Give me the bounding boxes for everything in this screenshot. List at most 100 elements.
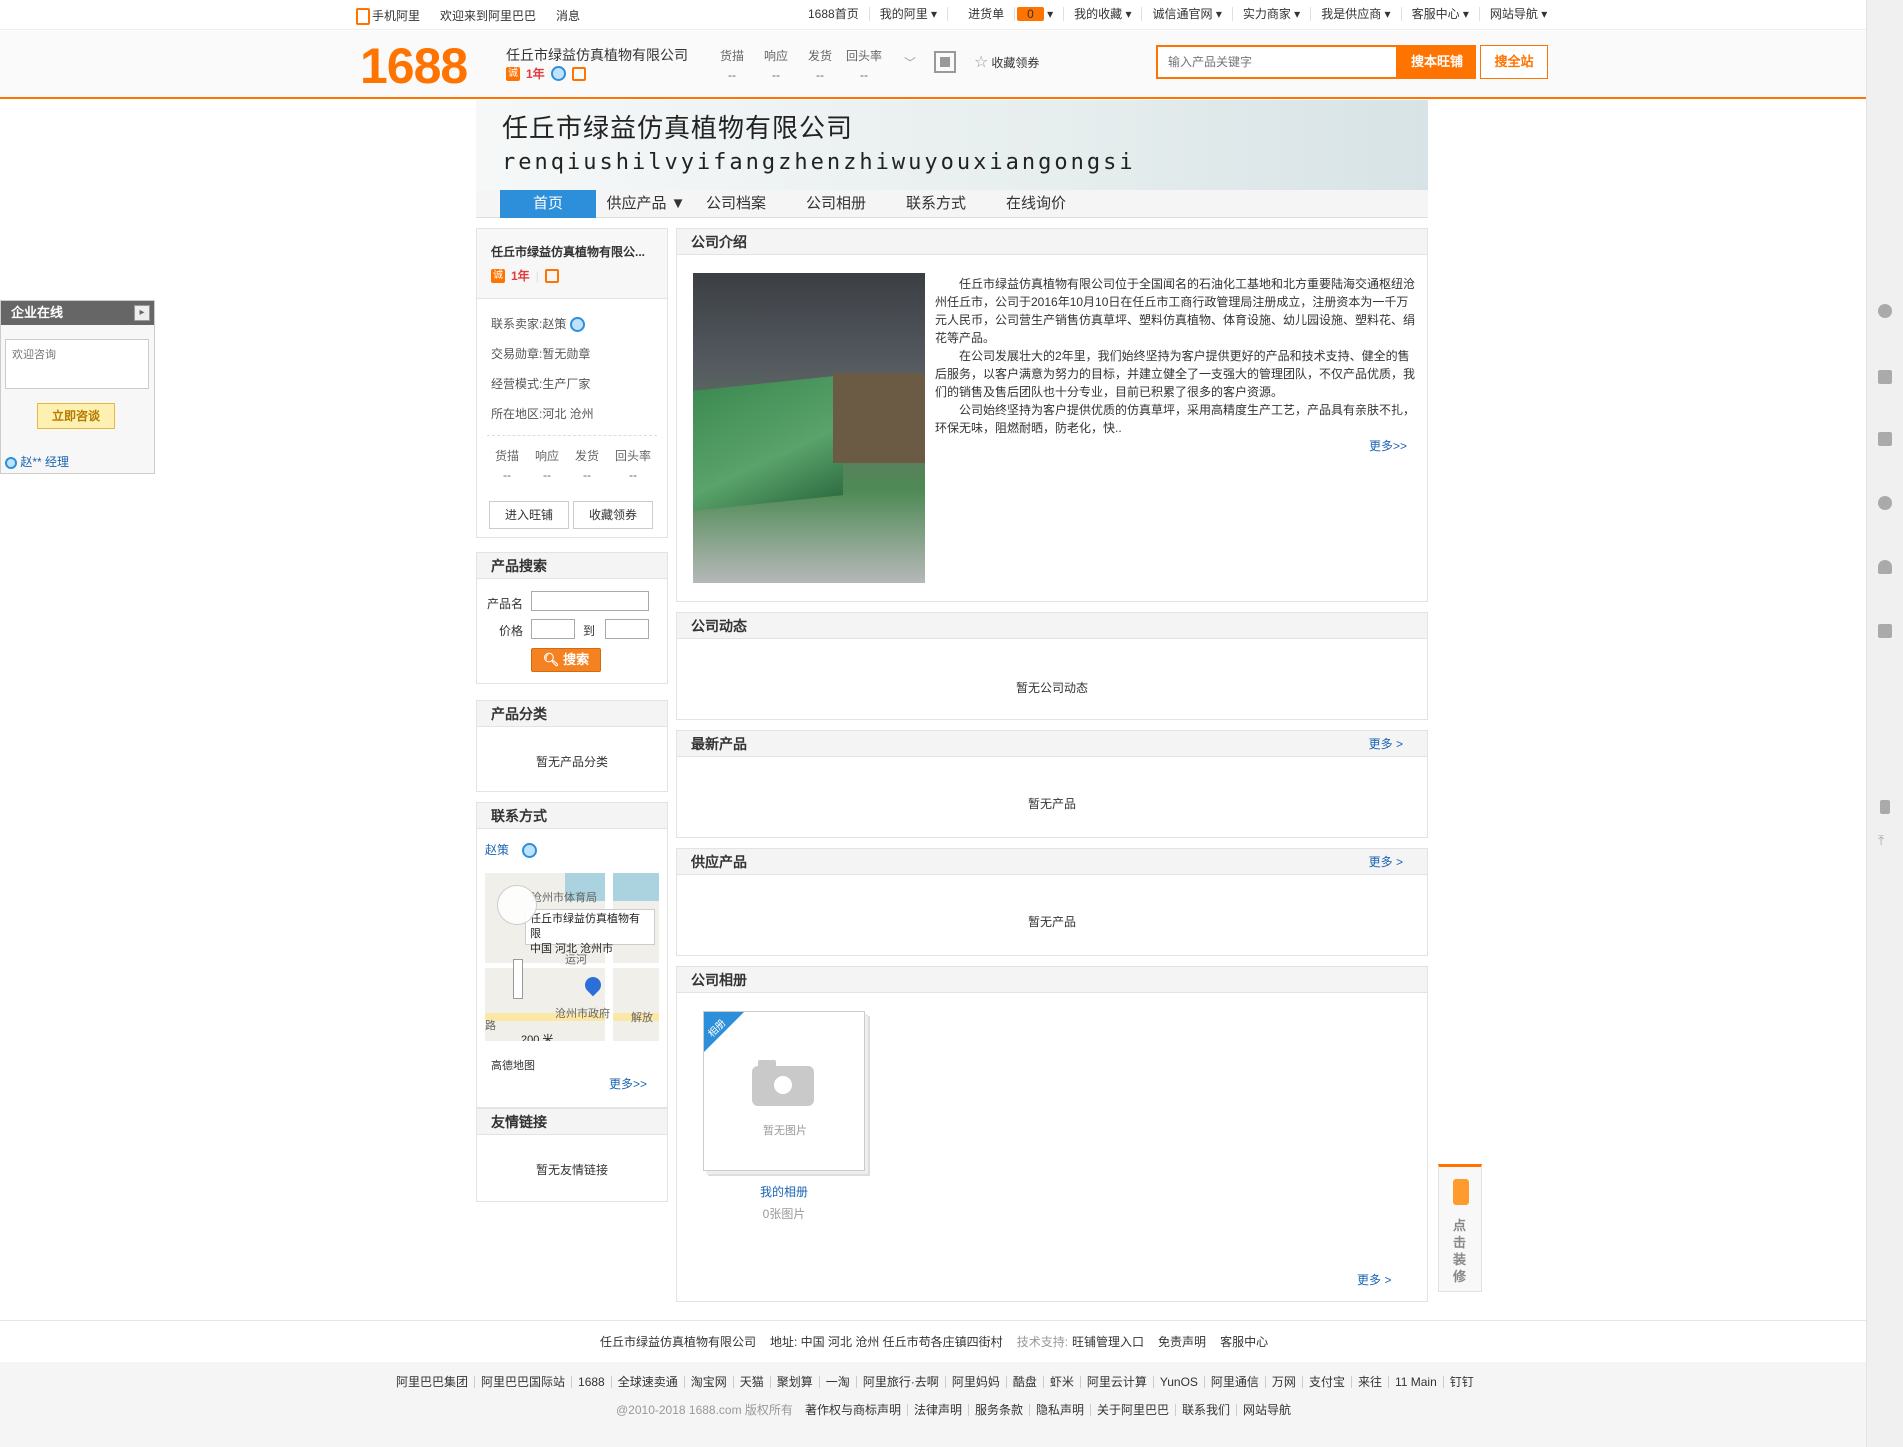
wangwang-icon[interactable] [569, 317, 585, 333]
footer-link[interactable]: 酷盘 [1007, 1376, 1044, 1388]
supplier-menu[interactable]: 我是供应商 ▾ [1311, 7, 1402, 21]
nav-contact[interactable]: 联系方式 [896, 190, 976, 218]
nav-products[interactable]: 供应产品 ▼ [606, 190, 686, 218]
my-ali-menu[interactable]: 我的阿里 ▾ [870, 7, 949, 21]
mail-icon[interactable] [1878, 370, 1892, 384]
wangwang-icon[interactable] [550, 66, 566, 81]
product-name-label: 产品名 [487, 597, 524, 611]
footer-bottom-link[interactable]: 著作权与商标声明 [799, 1404, 908, 1416]
contact-name-link[interactable]: 赵策 [485, 841, 538, 859]
chevron-down-icon[interactable]: ﹀ [904, 54, 916, 71]
location-map[interactable]: 沧州市体育局 任丘市绿益仿真植物有限 中国 河北 沧州市 运河 沧州市政府 解放 … [485, 873, 659, 1041]
footer-link[interactable]: 阿里旅行·去啊 [857, 1376, 946, 1388]
footer-link[interactable]: 11 Main [1389, 1376, 1444, 1388]
album-card[interactable]: 相册 暂无图片 [703, 1011, 865, 1171]
footer-link[interactable]: YunOS [1154, 1376, 1205, 1388]
product-name-input[interactable] [531, 591, 649, 611]
bell-icon[interactable] [1878, 560, 1892, 574]
map-zoom-slider[interactable] [513, 959, 523, 999]
header-shop-name[interactable]: 任丘市绿益仿真植物有限公司 [506, 45, 688, 65]
metric-delivery: 发货 -- [574, 449, 599, 482]
footer-bottom-link[interactable]: 隐私声明 [1030, 1404, 1091, 1416]
footer-link[interactable]: 阿里妈妈 [946, 1376, 1007, 1388]
bookmark-icon[interactable] [1878, 432, 1892, 446]
footer-link[interactable]: 阿里云计算 [1081, 1376, 1154, 1388]
mobile-icon[interactable] [1880, 800, 1890, 814]
price-max-input[interactable] [605, 619, 649, 639]
shop-footer: 任丘市绿益仿真植物有限公司 地址: 中国 河北 沧州 任丘市苟各庄镇四街村 技术… [0, 1320, 1866, 1360]
enter-shop-button[interactable]: 进入旺铺 [489, 501, 569, 529]
price-min-input[interactable] [531, 619, 575, 639]
footer-service-link[interactable]: 客服中心 [1220, 1333, 1268, 1350]
search-shop-button[interactable]: 搜本旺铺 [1398, 45, 1476, 79]
contact-more-link[interactable]: 更多>> [609, 1075, 647, 1092]
certificate-icon[interactable] [544, 268, 559, 283]
site-nav-menu[interactable]: 网站导航 ▾ [1480, 7, 1557, 21]
footer-link[interactable]: 阿里巴巴集团 [390, 1376, 476, 1388]
shop-search-input[interactable] [1156, 45, 1398, 79]
footer-bottom-link[interactable]: 关于阿里巴巴 [1091, 1404, 1177, 1416]
my-favorites-menu[interactable]: 我的收藏 ▾ [1064, 7, 1143, 21]
map-pan-control[interactable] [497, 885, 537, 925]
footer-link[interactable]: 虾米 [1044, 1376, 1081, 1388]
product-search-button[interactable]: 🔍︎ 搜索 [531, 648, 601, 672]
footer-link[interactable]: 1688 [572, 1376, 612, 1388]
footer-bottom-link[interactable]: 联系我们 [1176, 1404, 1238, 1416]
no-picture-text: 暂无图片 [763, 1125, 807, 1137]
footer-bottom-link[interactable]: 网站导航 [1237, 1404, 1297, 1416]
company-photo[interactable] [693, 273, 925, 583]
mobile-ali-link[interactable]: 手机阿里 [356, 7, 430, 25]
footer-bottom-link[interactable]: 服务条款 [969, 1404, 1030, 1416]
map-pin-icon[interactable] [581, 973, 605, 997]
intro-more-link[interactable]: 更多>> [1369, 437, 1407, 454]
footer-link[interactable]: 阿里通信 [1205, 1376, 1266, 1388]
chengxintong-menu[interactable]: 诚信通官网 ▾ [1142, 7, 1233, 21]
album-name-link[interactable]: 我的相册 [703, 1183, 865, 1200]
favorite-coupon-button[interactable]: 收藏领券 [573, 501, 653, 529]
footer-link[interactable]: 聚划算 [771, 1376, 820, 1388]
footer-link[interactable]: 支付宝 [1303, 1376, 1352, 1388]
newest-more-link[interactable]: 更多 > [1369, 731, 1403, 757]
footer-link[interactable]: 全球速卖通 [612, 1376, 685, 1388]
nav-profile[interactable]: 公司档案 [696, 190, 776, 218]
banner-company-pinyin: renqiushilvyifangzhenzhiwuyouxiangongsi [502, 150, 1136, 175]
wangwang-icon[interactable] [522, 843, 538, 859]
certificate-icon[interactable] [571, 66, 586, 81]
search-all-button[interactable]: 搜全站 [1480, 45, 1548, 79]
nav-album[interactable]: 公司相册 [796, 190, 876, 218]
footer-link[interactable]: 万网 [1266, 1376, 1303, 1388]
footer-admin-link[interactable]: 旺铺管理入口 [1072, 1333, 1144, 1350]
footer-link[interactable]: 阿里巴巴国际站 [475, 1376, 573, 1388]
strong-merchant-menu[interactable]: 实力商家 ▾ [1233, 7, 1312, 21]
album-more-link[interactable]: 更多 > [1357, 1271, 1391, 1288]
profile-company-name[interactable]: 任丘市绿益仿真植物有限公... [491, 243, 645, 260]
footer-bottom-link[interactable]: 法律声明 [908, 1404, 969, 1416]
messages-link[interactable]: 消息 [546, 7, 590, 24]
supply-more-link[interactable]: 更多 > [1369, 849, 1403, 875]
footer-link[interactable]: 一淘 [820, 1376, 857, 1388]
clipboard-icon[interactable] [1878, 624, 1892, 638]
collapse-icon[interactable]: ▸ [134, 305, 150, 321]
home-link[interactable]: 1688首页 [798, 7, 870, 21]
footprint-icon[interactable] [1878, 496, 1892, 510]
footer-link[interactable]: 钉钉 [1444, 1376, 1480, 1388]
logo-1688[interactable]: 1688 [360, 37, 468, 95]
consult-now-button[interactable]: 立即咨谈 [37, 403, 115, 429]
service-center-menu[interactable]: 客服中心 ▾ [1402, 7, 1480, 21]
decorate-shop-button[interactable]: 点击装修 [1438, 1164, 1482, 1292]
online-user-link[interactable]: 赵** 经理 [5, 453, 69, 470]
footer-link[interactable]: 淘宝网 [685, 1376, 734, 1388]
cart-link[interactable]: 进货单 0 ▾ [948, 7, 1065, 21]
footer-address: 地址: 中国 河北 沧州 任丘市苟各庄镇四街村 [770, 1335, 1003, 1349]
profile-icon[interactable] [1878, 304, 1892, 318]
consult-textarea[interactable] [5, 339, 149, 389]
nav-inquiry[interactable]: 在线询价 [996, 190, 1076, 218]
qr-code-icon[interactable] [934, 51, 957, 73]
favorite-coupon-link[interactable]: ☆ 收藏领券 [974, 52, 1039, 72]
footer-disclaimer-link[interactable]: 免责声明 [1158, 1333, 1206, 1350]
footer-link[interactable]: 来往 [1352, 1376, 1389, 1388]
back-to-top-icon[interactable]: ⤒ [1878, 832, 1884, 849]
friend-links-panel: 友情链接 暂无友情链接 [476, 1108, 668, 1202]
footer-link[interactable]: 天猫 [734, 1376, 771, 1388]
nav-home[interactable]: 首页 [500, 190, 596, 218]
